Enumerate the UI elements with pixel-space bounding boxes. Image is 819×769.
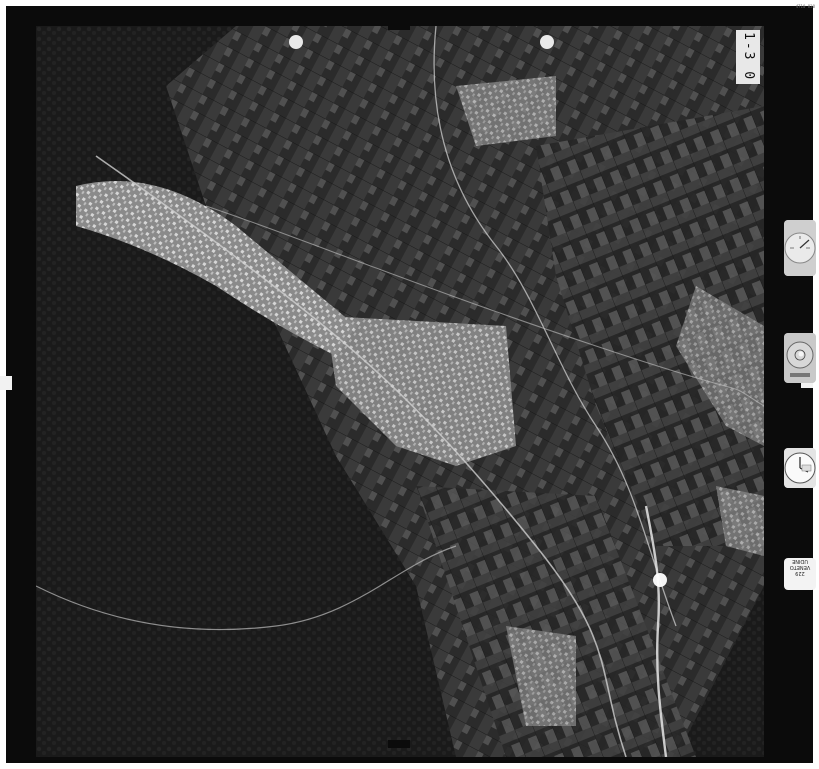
film-hole-right xyxy=(540,35,554,49)
altimeter-icon xyxy=(784,220,816,276)
card-line-3: 229 xyxy=(795,570,805,576)
fiducial-bottom xyxy=(388,740,410,748)
frame-notch-left xyxy=(0,376,12,390)
data-card-icon: UDINE VENETO 229 xyxy=(784,558,816,590)
film-hole-left xyxy=(289,35,303,49)
frame-code: 1-3 0 xyxy=(736,30,760,84)
edge-label-top-right: 4710 830 xyxy=(795,4,815,9)
fiducial-top xyxy=(388,22,410,30)
aerial-photo xyxy=(36,26,764,757)
level-bubble-icon xyxy=(784,333,816,383)
clock-icon xyxy=(784,448,816,488)
